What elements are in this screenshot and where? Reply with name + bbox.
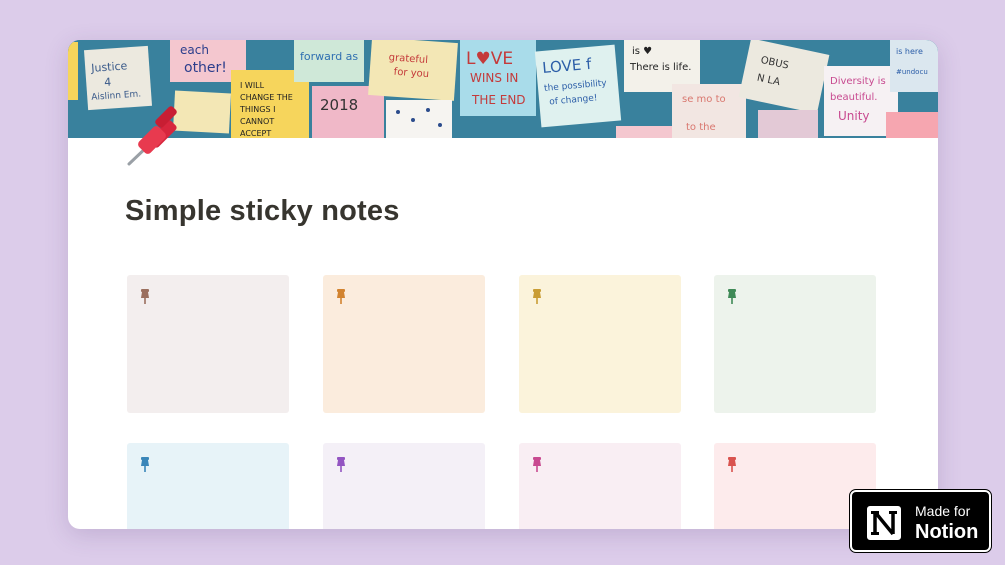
svg-text:ACCEPT: ACCEPT	[240, 129, 271, 138]
svg-text:CHANGE THE: CHANGE THE	[240, 93, 293, 102]
svg-text:L♥VE: L♥VE	[466, 49, 513, 69]
pushpin-icon	[533, 457, 541, 472]
page-title[interactable]: Simple sticky notes	[125, 195, 400, 228]
sticky-note[interactable]	[323, 275, 485, 413]
pushpin-icon	[337, 457, 345, 472]
svg-text:CANNOT: CANNOT	[240, 117, 274, 126]
svg-text:2018: 2018	[320, 96, 358, 114]
sticky-note[interactable]	[323, 443, 485, 529]
svg-text:4: 4	[104, 75, 112, 88]
svg-text:There is life.: There is life.	[629, 62, 691, 73]
svg-text:is ♥: is ♥	[632, 46, 652, 57]
svg-text:beautiful.: beautiful.	[830, 92, 877, 103]
svg-text:Unity: Unity	[838, 109, 870, 123]
pushpin-icon	[141, 457, 149, 472]
pushpin-icon	[728, 457, 736, 472]
pushpin-icon	[337, 289, 345, 304]
svg-text:Diversity is: Diversity is	[830, 76, 886, 87]
svg-text:WINS IN: WINS IN	[470, 71, 518, 85]
made-for-notion-badge: Made for Notion	[850, 490, 991, 552]
pushpin-icon	[533, 289, 541, 304]
svg-text:se mo to: se mo to	[682, 94, 726, 105]
sticky-note[interactable]	[519, 275, 681, 413]
svg-text:#undocu: #undocu	[896, 68, 928, 76]
sticky-note[interactable]	[127, 443, 289, 529]
pushpin-icon	[141, 289, 149, 304]
svg-text:other!: other!	[184, 60, 227, 76]
pushpin-icon	[728, 289, 736, 304]
svg-text:to the: to the	[686, 122, 716, 133]
svg-text:is here: is here	[896, 47, 923, 56]
badge-made-for: Made for	[915, 503, 971, 519]
svg-text:forward as: forward as	[300, 50, 358, 63]
badge-notion: Notion	[915, 521, 979, 543]
pushpin-icon[interactable]	[124, 106, 186, 168]
sticky-note[interactable]	[127, 275, 289, 413]
svg-text:each: each	[180, 43, 209, 57]
svg-text:THINGS I: THINGS I	[239, 105, 275, 114]
cover-sticky-wall: Justice 4 Aislinn Em. each other! I WILL…	[68, 40, 938, 138]
cover-image[interactable]: Justice 4 Aislinn Em. each other! I WILL…	[68, 40, 938, 138]
svg-text:THE END: THE END	[471, 93, 526, 107]
sticky-note[interactable]	[714, 275, 876, 413]
svg-text:Justice: Justice	[90, 59, 128, 75]
sticky-note[interactable]	[519, 443, 681, 529]
svg-text:I WILL: I WILL	[240, 81, 265, 90]
notion-logo-icon	[865, 504, 903, 542]
notion-page-window: Justice 4 Aislinn Em. each other! I WILL…	[68, 40, 938, 529]
